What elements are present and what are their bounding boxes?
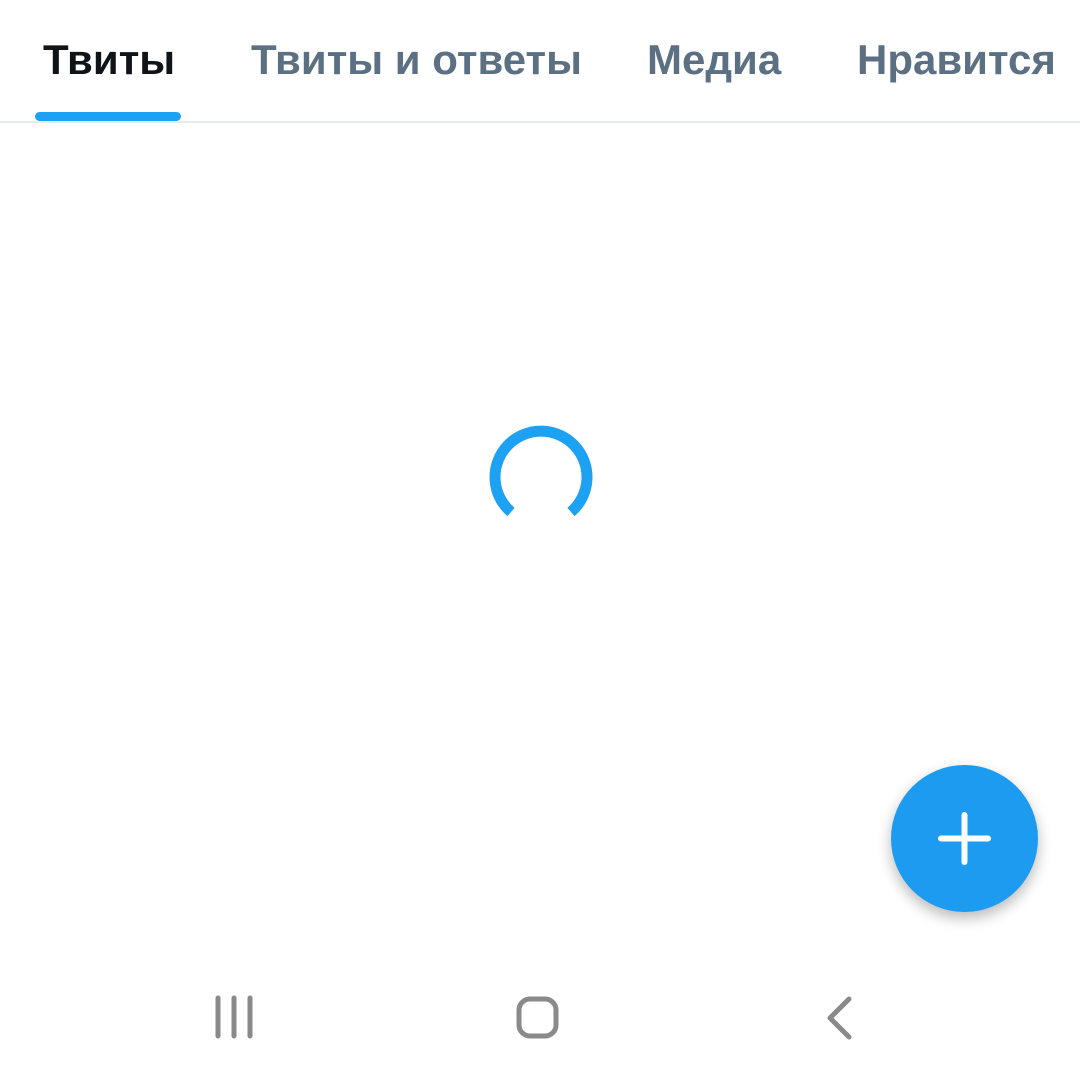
recents-icon xyxy=(215,995,253,1039)
home-button[interactable] xyxy=(477,960,597,1080)
back-icon xyxy=(827,996,852,1040)
profile-tab-bar: Твиты Твиты и ответы Медиа Нравится xyxy=(0,0,1080,123)
home-icon xyxy=(516,996,559,1039)
tab-media[interactable]: Медиа xyxy=(647,36,781,84)
plus-icon xyxy=(938,812,991,865)
active-tab-indicator xyxy=(35,112,181,121)
profile-tweets-screen: Твиты Твиты и ответы Медиа Нравится xyxy=(0,0,1080,1080)
tab-tweets[interactable]: Твиты xyxy=(43,36,175,84)
tab-tweets-and-replies[interactable]: Твиты и ответы xyxy=(251,36,582,84)
recents-button[interactable] xyxy=(175,960,295,1080)
tab-likes[interactable]: Нравится xyxy=(857,36,1056,84)
loading-spinner-icon xyxy=(480,417,600,527)
system-navigation-bar xyxy=(0,960,1080,1080)
compose-tweet-button[interactable] xyxy=(891,765,1038,912)
back-button[interactable] xyxy=(780,960,900,1080)
